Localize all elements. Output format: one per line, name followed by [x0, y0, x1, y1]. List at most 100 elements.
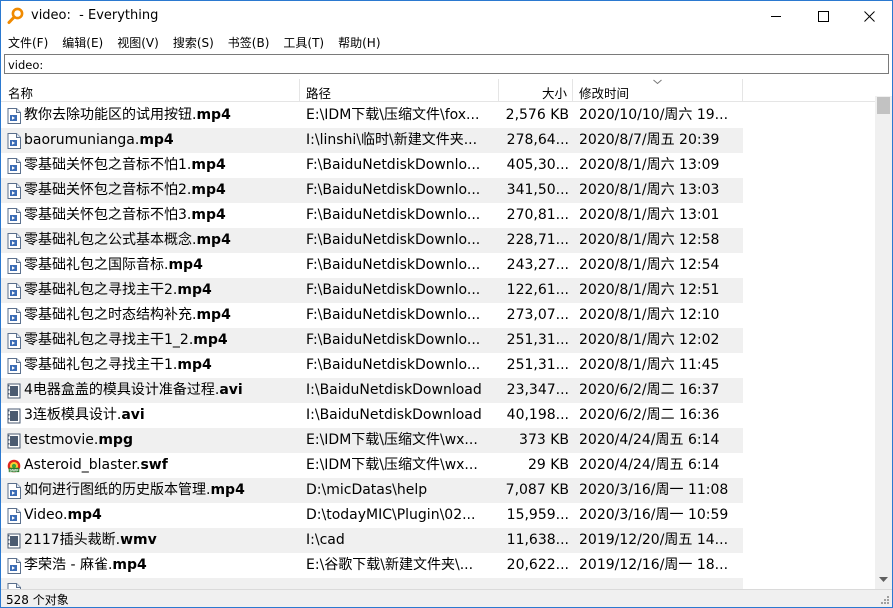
file-path: F:\BaiduNetdiskDownlo...	[306, 282, 481, 298]
file-size: 251,31...	[506, 357, 569, 373]
table-row[interactable]: 零基础礼包之寻找主干1.mp4 F:\BaiduNetdiskDownlo... 2…	[1, 353, 743, 378]
file-size: 29 KB	[527, 457, 569, 473]
file-name-base: 零基础礼包之国际音标.	[24, 257, 169, 273]
file-modified: 2019/12/16/周一 18...	[579, 557, 729, 573]
file-name-base: 零基础礼包之时态结构补充.	[24, 307, 197, 323]
column-divider[interactable]	[299, 79, 300, 102]
scroll-corner	[875, 79, 892, 96]
table-row[interactable]: 李荣浩 - 麻雀.mp4 E:\谷歌下载\新建文件夹\... 20,622... 20…	[1, 553, 743, 578]
menu-help[interactable]: 帮助(H)	[331, 32, 387, 52]
file-name: Video.mp4	[24, 503, 299, 528]
file-modified: 2020/8/1/周六 12:54	[579, 257, 720, 273]
file-extension: mp4	[177, 282, 212, 298]
file-path: F:\BaiduNetdiskDownlo...	[306, 357, 481, 373]
table-row[interactable]: 零基础礼包之公式基本概念.mp4 F:\BaiduNetdiskDownlo...…	[1, 228, 743, 253]
table-row[interactable]: 如何进行图纸的历史版本管理.mp4 D:\micDatas\help 7,087 K…	[1, 478, 743, 503]
file-path: F:\BaiduNetdiskDownlo...	[306, 232, 481, 248]
scroll-down-button[interactable]	[875, 571, 892, 588]
file-modified: 2020/6/2/周二 16:37	[579, 382, 720, 398]
file-path: F:\BaiduNetdiskDownlo...	[306, 157, 481, 173]
menu-view[interactable]: 视图(V)	[110, 32, 166, 52]
file-modified: 2019/12/20/周五 14...	[579, 532, 729, 548]
table-row[interactable]: Video.mp4 D:\todayMIC\Plugin\02... 15,959.…	[1, 503, 743, 528]
file-path: F:\BaiduNetdiskDownlo...	[306, 207, 481, 223]
vertical-scrollbar[interactable]	[875, 79, 892, 589]
menu-edit[interactable]: 编辑(E)	[55, 32, 110, 52]
file-modified: 2020/8/1/周六 13:09	[579, 157, 720, 173]
file-modified: 2020/8/7/周五 20:39	[579, 132, 720, 148]
file-name-base: Asteroid_blaster.	[24, 457, 141, 473]
table-row[interactable]: 2117插头裁断.wmv I:\cad 11,638... 2019/12/20/周五…	[1, 528, 743, 553]
file-name-base: Video.	[24, 507, 68, 523]
file-name-base: testmovie.	[24, 432, 99, 448]
file-name: 如何进行图纸的历史版本管理.mp4	[24, 478, 299, 503]
file-extension: mp4	[191, 207, 226, 223]
file-size: 273,07...	[506, 307, 569, 323]
video-file-icon	[7, 358, 21, 374]
table-row[interactable]: baorumunianga.mp4 I:\linshi\临时\新建文件夹... 27…	[1, 128, 743, 153]
file-name-base: 零基础关怀包之音标不怕3.	[24, 207, 192, 223]
menu-bookmarks[interactable]: 书签(B)	[221, 32, 277, 52]
file-name-base: 零基础礼包之寻找主干2.	[24, 282, 178, 298]
object-count: 528 个对象	[6, 593, 69, 607]
file-name-base: 2117插头裁断.	[24, 532, 121, 548]
maximize-button[interactable]	[800, 1, 846, 32]
video-file-icon	[7, 483, 21, 499]
column-header-modified[interactable]: 修改时间	[579, 79, 629, 102]
video-file-icon	[7, 258, 21, 274]
file-size: 40,198...	[506, 407, 569, 423]
file-extension: mp4	[196, 107, 231, 123]
resize-grip-icon[interactable]	[879, 594, 890, 605]
minimize-button[interactable]	[753, 1, 799, 32]
file-name-base: baorumunianga.	[24, 132, 140, 148]
file-name: 零基础礼包之寻找主干2.mp4	[24, 278, 299, 303]
column-divider[interactable]	[498, 79, 499, 102]
file-name: 李荣浩 - 麻雀.mp4	[24, 553, 299, 578]
table-row[interactable]: testmovie.mpg E:\IDM下载\压缩文件\wx... 373 KB 20…	[1, 428, 743, 453]
table-row[interactable]: 3连板模具设计.avi I:\BaiduNetdiskDownload 40,198…	[1, 403, 743, 428]
column-divider[interactable]	[572, 79, 573, 102]
file-extension: mp4	[196, 232, 231, 248]
file-name-base: 李荣浩 - 麻雀.	[24, 557, 113, 573]
column-header-name[interactable]: 名称	[8, 79, 33, 102]
file-size: 373 KB	[519, 432, 569, 448]
file-size: 2,576 KB	[505, 107, 569, 123]
column-header-size[interactable]: 大小	[542, 79, 567, 102]
close-button[interactable]	[846, 1, 892, 32]
table-row[interactable]: 零基础礼包之寻找主干1_2.mp4 F:\BaiduNetdiskDownlo..…	[1, 328, 743, 353]
file-modified: 2020/8/1/周六 12:10	[579, 307, 720, 323]
file-modified: 2020/8/1/周六 13:01	[579, 207, 720, 223]
table-row[interactable]: 零基础关怀包之音标不怕2.mp4 F:\BaiduNetdiskDownlo...…	[1, 178, 743, 203]
table-row[interactable]: 零基础关怀包之音标不怕1.mp4 F:\BaiduNetdiskDownlo...…	[1, 153, 743, 178]
title-bar[interactable]: video: - Everything	[1, 1, 892, 32]
video-file-icon	[7, 558, 21, 574]
file-name: 零基础关怀包之音标不怕3.mp4	[24, 203, 299, 228]
menu-tools[interactable]: 工具(T)	[276, 32, 331, 52]
video-file-icon	[7, 508, 21, 524]
search-input[interactable]	[4, 54, 889, 74]
table-row[interactable]: 零基础关怀包之音标不怕3.mp4 F:\BaiduNetdiskDownlo...…	[1, 203, 743, 228]
file-size: 122,61...	[506, 282, 569, 298]
menu-search[interactable]: 搜索(S)	[166, 32, 221, 52]
menu-file[interactable]: 文件(F)	[1, 32, 55, 52]
table-row[interactable]: 零基础礼包之寻找主干2.mp4 F:\BaiduNetdiskDownlo... 1…	[1, 278, 743, 303]
file-path: I:\BaiduNetdiskDownload	[306, 382, 482, 398]
column-divider[interactable]	[742, 79, 743, 102]
file-name: 教你去除功能区的试用按钮.mp4	[24, 103, 299, 128]
file-name: 3连板模具设计.avi	[24, 403, 299, 428]
table-row[interactable]: 零基础礼包之国际音标.mp4 F:\BaiduNetdiskDownlo... 24…	[1, 253, 743, 278]
file-size: 15,959...	[506, 507, 569, 523]
scroll-thumb[interactable]	[877, 97, 890, 114]
file-name: 4电器盒盖的模具设计准备过程.avi	[24, 378, 299, 403]
table-row[interactable]: 教你去除功能区的试用按钮.mp4 E:\IDM下载\压缩文件\fox... 2,57…	[1, 103, 743, 128]
svg-text:SWF: SWF	[9, 469, 19, 473]
video-file-icon	[7, 308, 21, 324]
table-row[interactable]	[1, 578, 743, 589]
table-row[interactable]: 零基础礼包之时态结构补充.mp4 F:\BaiduNetdiskDownlo...…	[1, 303, 743, 328]
video-file-icon	[7, 333, 21, 349]
table-row[interactable]: 4电器盒盖的模具设计准备过程.avi I:\BaiduNetdiskDownloa…	[1, 378, 743, 403]
file-modified: 2020/8/1/周六 12:02	[579, 332, 720, 348]
file-extension: mp4	[210, 482, 245, 498]
column-header-path[interactable]: 路径	[306, 79, 331, 102]
table-row[interactable]: SWF Asteroid_blaster.swf E:\IDM下载\压缩文件\wx.…	[1, 453, 743, 478]
